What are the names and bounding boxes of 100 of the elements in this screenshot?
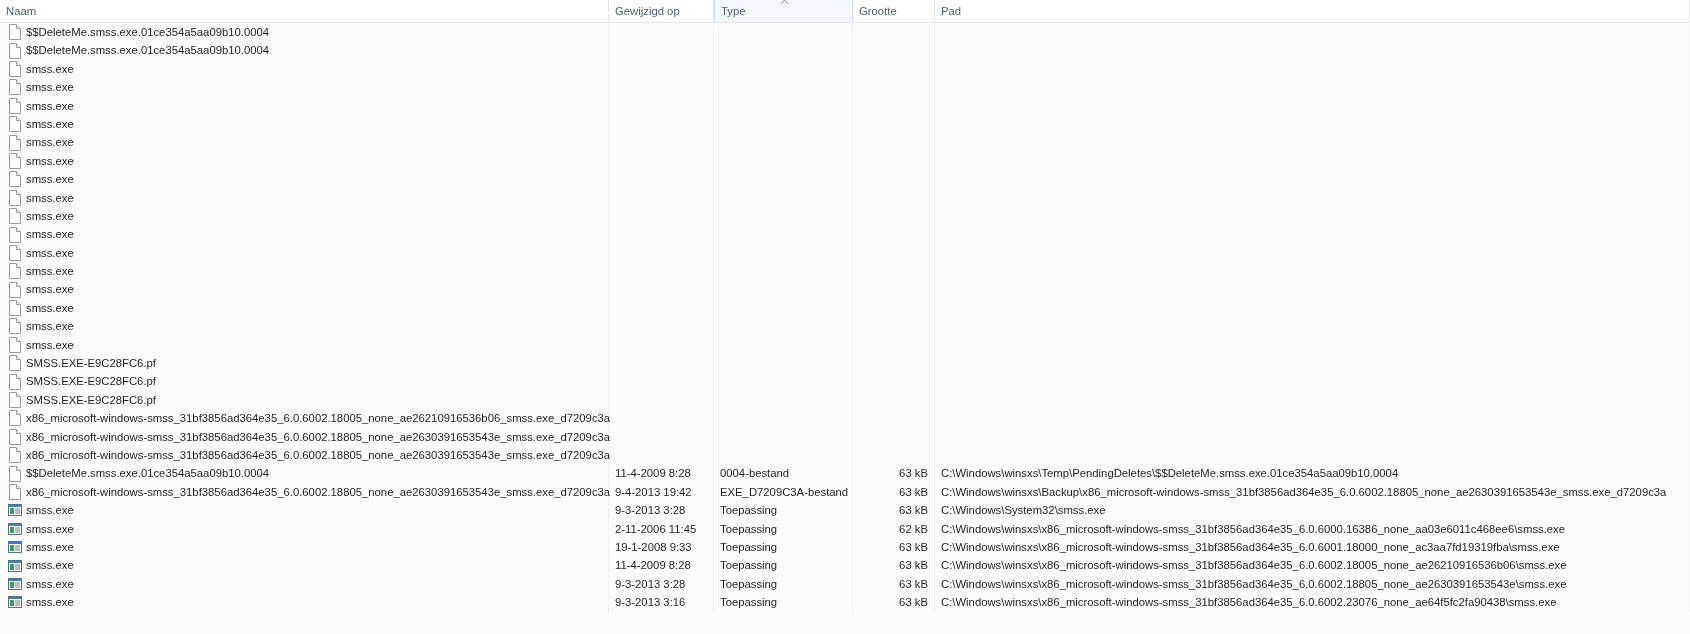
file-path: C:\Windows\System32\smss.exe bbox=[941, 504, 1106, 517]
date-modified: 2-11-2006 11:45 bbox=[615, 522, 697, 535]
file-name[interactable]: smss.exe bbox=[26, 262, 74, 281]
file-name[interactable]: smss.exe bbox=[26, 574, 74, 594]
file-name[interactable]: smss.exe bbox=[26, 243, 74, 263]
file-size: 63 kB bbox=[899, 504, 928, 517]
file-name[interactable]: smss.exe bbox=[26, 298, 74, 318]
file-size: 62 kB bbox=[899, 522, 928, 535]
file-path: C:\Windows\winsxs\x86_microsoft-windows-smss_31bf3856ad364e35_6.0.6002.18805_none_ae2630391653543e\smss.exe bbox=[941, 577, 1567, 590]
document-icon bbox=[8, 208, 22, 225]
file-name[interactable]: smss.exe bbox=[26, 335, 74, 355]
file-size: 63 kB bbox=[899, 559, 928, 572]
column-header[interactable]: Type bbox=[714, 0, 853, 22]
file-type: Toepassing bbox=[720, 540, 778, 553]
file-type: Toepassing bbox=[720, 559, 778, 572]
document-icon bbox=[8, 61, 22, 77]
document-icon bbox=[8, 336, 22, 353]
file-size: 63 kB bbox=[899, 485, 928, 498]
document-icon bbox=[8, 428, 22, 445]
document-icon bbox=[8, 410, 22, 427]
file-path: C:\Windows\winsxs\Backup\x86_microsoft-windows-smss_31bf3856ad364e35_6.0.6002.18805_none_ae2630391653543e_smss.exe_d7209c3a bbox=[941, 485, 1667, 498]
file-size: 63 kB bbox=[899, 596, 928, 609]
file-name[interactable]: smss.exe bbox=[26, 593, 74, 612]
file-type: EXE_D7209C3A-bestand bbox=[720, 485, 849, 498]
document-icon bbox=[8, 392, 22, 408]
document-icon bbox=[8, 134, 22, 151]
document-icon bbox=[8, 116, 22, 133]
document-icon bbox=[8, 97, 22, 114]
file-type: 0004-bestand bbox=[720, 467, 790, 480]
file-name[interactable]: SMSS.EXE-E9C28FC6.pf bbox=[26, 372, 156, 391]
file-path: C:\Windows\winsxs\x86_microsoft-windows-smss_31bf3856ad364e35_6.0.6000.16386_none_aa03e6011c468ee6\smss.exe bbox=[941, 522, 1566, 535]
file-name[interactable]: smss.exe bbox=[26, 206, 74, 226]
column-header[interactable]: Grootte bbox=[853, 0, 935, 22]
file-path: C:\Windows\winsxs\Temp\PendingDeletes\$$DeleteMe.smss.exe.01ce354a5aa09b10.0004 bbox=[941, 467, 1399, 480]
column-header[interactable]: Naam bbox=[0, 0, 609, 22]
file-path: C:\Windows\winsxs\x86_microsoft-windows-smss_31bf3856ad364e35_6.0.6002.18005_none_ae26210916536b06\smss.exe bbox=[941, 559, 1567, 572]
document-icon bbox=[8, 465, 22, 482]
file-name[interactable]: smss.exe bbox=[26, 519, 74, 538]
file-name[interactable]: smss.exe bbox=[26, 59, 74, 79]
file-name[interactable]: $$DeleteMe.smss.exe.01ce354a5aa09b10.0004 bbox=[26, 41, 270, 60]
date-modified: 9-3-2013 3:28 bbox=[615, 504, 686, 517]
application-icon bbox=[8, 557, 22, 574]
document-icon bbox=[8, 152, 22, 169]
column-header[interactable]: Pad bbox=[935, 0, 1690, 22]
document-icon bbox=[8, 79, 22, 96]
file-name[interactable]: x86_microsoft-windows-smss_31bf3856ad364e35_6.0.6002.18805_none_ae2630391653543e_smss.exe_d7209c3a bbox=[26, 446, 611, 465]
application-icon bbox=[8, 594, 22, 611]
document-icon bbox=[8, 447, 22, 464]
file-name[interactable]: x86_microsoft-windows-smss_31bf3856ad364e35_6.0.6002.18805_none_ae2630391653543e_smss.exe_d7209c3a bbox=[26, 482, 611, 502]
date-modified: 11-4-2009 8:28 bbox=[615, 559, 691, 572]
file-path: C:\Windows\winsxs\x86_microsoft-windows-smss_31bf3856ad364e35_6.0.6002.23076_none_ae64f5fc2fa90438\smss.exe bbox=[941, 596, 1557, 609]
document-icon bbox=[8, 244, 22, 261]
file-name[interactable]: smss.exe bbox=[26, 537, 74, 557]
document-icon bbox=[8, 300, 22, 317]
document-icon bbox=[8, 42, 22, 59]
file-name[interactable]: $$DeleteMe.smss.exe.01ce354a5aa09b10.0004 bbox=[26, 464, 270, 483]
document-icon bbox=[8, 483, 22, 500]
file-name[interactable]: smss.exe bbox=[26, 78, 74, 97]
file-name[interactable]: x86_microsoft-windows-smss_31bf3856ad364e35_6.0.6002.18805_none_ae2630391653543e_smss.exe_d7209c3a bbox=[26, 427, 611, 446]
file-name[interactable]: smss.exe bbox=[26, 556, 74, 575]
file-name[interactable]: smss.exe bbox=[26, 501, 74, 520]
application-icon bbox=[8, 575, 22, 592]
date-modified: 19-1-2008 9:33 bbox=[615, 540, 692, 553]
file-size: 63 kB bbox=[899, 540, 928, 553]
file-size: 63 kB bbox=[899, 577, 928, 590]
file-name[interactable]: SMSS.EXE-E9C28FC6.pf bbox=[26, 390, 156, 410]
document-icon bbox=[8, 226, 22, 243]
file-name[interactable]: smss.exe bbox=[26, 317, 74, 336]
file-size: 63 kB bbox=[899, 467, 928, 480]
date-modified: 9-3-2013 3:28 bbox=[615, 577, 686, 590]
document-icon bbox=[8, 373, 22, 390]
date-modified: 9-3-2013 3:16 bbox=[615, 596, 686, 609]
file-type: Toepassing bbox=[720, 577, 778, 590]
date-modified: 11-4-2009 8:28 bbox=[615, 467, 691, 480]
document-icon bbox=[8, 355, 22, 372]
application-icon bbox=[8, 502, 22, 519]
file-name[interactable]: smss.exe bbox=[26, 151, 74, 171]
document-icon bbox=[8, 263, 22, 280]
file-type: Toepassing bbox=[720, 596, 778, 609]
file-name[interactable]: x86_microsoft-windows-smss_31bf3856ad364e35_6.0.6002.18005_none_ae26210916536b06_smss.exe_d7209c3a bbox=[26, 409, 611, 428]
document-icon bbox=[8, 171, 22, 188]
file-name[interactable]: smss.exe bbox=[26, 225, 74, 244]
document-icon bbox=[8, 281, 22, 298]
file-name[interactable]: smss.exe bbox=[26, 188, 74, 207]
document-icon bbox=[8, 318, 22, 335]
file-name[interactable]: smss.exe bbox=[26, 170, 74, 189]
file-name[interactable]: smss.exe bbox=[26, 114, 74, 134]
file-type: Toepassing bbox=[720, 504, 778, 517]
application-icon bbox=[8, 520, 22, 537]
application-icon bbox=[8, 539, 22, 556]
file-name[interactable]: smss.exe bbox=[26, 96, 74, 115]
file-name[interactable]: SMSS.EXE-E9C28FC6.pf bbox=[26, 354, 156, 373]
sort-caret-icon bbox=[780, 0, 788, 4]
document-icon bbox=[8, 189, 22, 206]
file-name[interactable]: $$DeleteMe.smss.exe.01ce354a5aa09b10.0004 bbox=[26, 23, 270, 42]
file-path: C:\Windows\winsxs\x86_microsoft-windows-smss_31bf3856ad364e35_6.0.6001.18000_none_ac3aa7fd19319fba\smss.exe bbox=[941, 540, 1560, 553]
file-type: Toepassing bbox=[720, 522, 778, 535]
file-name[interactable]: smss.exe bbox=[26, 133, 74, 152]
file-name[interactable]: smss.exe bbox=[26, 280, 74, 299]
date-modified: 9-4-2013 19:42 bbox=[615, 485, 692, 498]
